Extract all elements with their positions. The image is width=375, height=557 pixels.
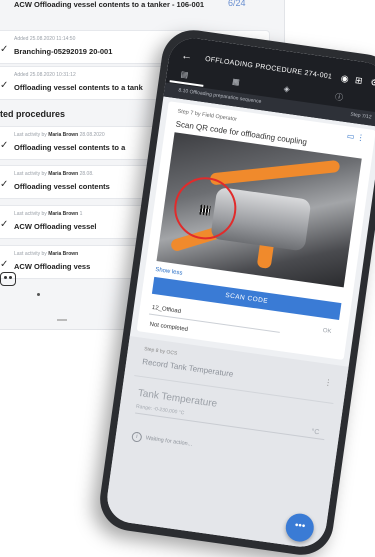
- tab-steps-icon[interactable]: ▤: [180, 70, 189, 80]
- orange-pipe: [209, 159, 341, 186]
- step-heading: Record Tank Temperature: [141, 357, 234, 379]
- current-step-card: Step 7 by Field Operator ▭ ⋮ Scan QR cod…: [136, 101, 375, 361]
- list-item-name: Branching-05292019 20-001: [14, 47, 113, 56]
- next-step-card: Step 8 by OCS Record Tank Temperature ⋮ …: [104, 336, 349, 550]
- handle-bar: [57, 319, 67, 321]
- list-item-name: ACW Offloading vessel: [14, 222, 97, 231]
- robot-icon[interactable]: [0, 272, 16, 286]
- page-count: 6/24: [228, 0, 246, 8]
- check-icon: ✓: [0, 80, 9, 91]
- section-heading: ted procedures: [0, 109, 66, 119]
- field-unit: °C: [310, 428, 320, 437]
- list-item-name: Offloading vessel contents to a: [14, 143, 126, 152]
- step-status: Not completed: [149, 321, 189, 334]
- ok-button[interactable]: OK: [322, 328, 331, 335]
- gear-icon[interactable]: ⚙: [370, 77, 375, 89]
- input-underline[interactable]: [135, 412, 325, 441]
- dot-divider: [37, 293, 40, 296]
- list-item-meta: Last activity by Maria Brown 28.08.: [14, 171, 94, 177]
- list-item-name: ACW Offloading vess: [14, 262, 91, 271]
- screenshot-stage: ACW Offloading vessel contents to a tank…: [0, 0, 375, 557]
- step-assignee: Step 8 by OCS: [143, 346, 178, 357]
- list-item-name: Offloading vessel contents to a tank: [14, 83, 143, 92]
- tab-info-icon[interactable]: ⓘ: [334, 91, 343, 103]
- qr-icon[interactable]: ⊞: [354, 75, 363, 87]
- list-item-meta: Last activity by Maria Brown 1: [14, 211, 83, 217]
- check-icon: ✓: [0, 140, 9, 151]
- check-icon: ✓: [0, 44, 9, 55]
- list-item-name: Offloading vessel contents: [14, 182, 110, 191]
- tab-grid-icon[interactable]: ▦: [232, 77, 241, 87]
- back-arrow-icon[interactable]: ←: [181, 50, 194, 63]
- list-item-meta: Added 25.08.2020 11:14:50: [14, 36, 76, 42]
- waiting-status: Waiting for action...: [145, 435, 193, 448]
- more-icon[interactable]: ⋮: [324, 378, 333, 388]
- check-icon: ✓: [0, 179, 9, 190]
- show-less-link[interactable]: Show less: [155, 267, 183, 277]
- tab-layers-icon[interactable]: ◈: [283, 84, 290, 94]
- coupling-photo[interactable]: [156, 132, 362, 288]
- comment-icon[interactable]: ▭ ⋮: [346, 131, 365, 142]
- info-icon: i: [131, 431, 143, 443]
- step-counter: Step 7/12: [349, 111, 372, 121]
- record-icon[interactable]: ◉: [340, 73, 349, 85]
- check-icon: ✓: [0, 259, 9, 270]
- list-item-title[interactable]: ACW Offloading vessel contents to a tank…: [14, 0, 204, 9]
- check-icon: ✓: [0, 219, 9, 230]
- list-item-meta: Last activity by Maria Brown: [14, 251, 79, 257]
- list-item-meta: Added 25.08.2020 10:31:12: [14, 72, 76, 78]
- list-item-meta: Last activity by Maria Brown 28.08.2020: [14, 132, 105, 138]
